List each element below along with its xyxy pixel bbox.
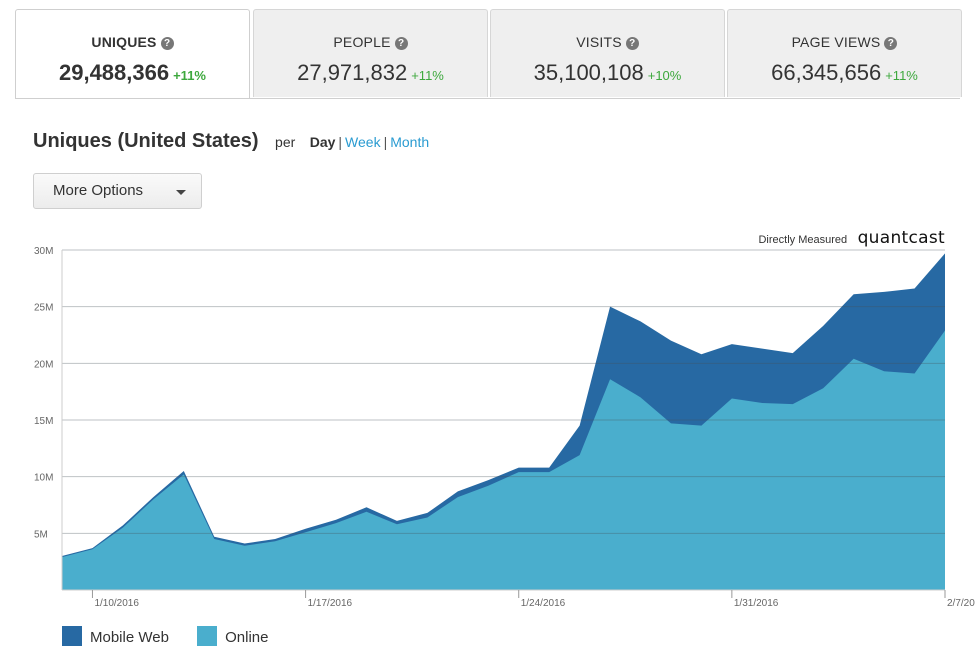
- help-icon[interactable]: ?: [625, 37, 639, 50]
- tab-label: PAGE VIEWS?: [728, 34, 961, 50]
- tab-label: UNIQUES?: [16, 34, 249, 50]
- x-tick-label: 1/31/2016: [734, 598, 779, 609]
- tab-page-views[interactable]: PAGE VIEWS? 66,345,656 +11%: [727, 9, 962, 97]
- tab-value: 29,488,366 +11%: [58, 60, 206, 85]
- tab-value: 27,971,832 +11%: [297, 60, 444, 85]
- period-day[interactable]: Day: [310, 134, 336, 150]
- y-tick-label: 5M: [34, 529, 48, 540]
- legend-item-online[interactable]: Online: [197, 626, 268, 646]
- chart-legend: Mobile Web Online: [62, 626, 292, 646]
- x-tick-label: 1/24/2016: [521, 598, 566, 609]
- legend-swatch-mobile-web: [62, 626, 82, 646]
- period-separator: |: [383, 134, 388, 150]
- tab-people[interactable]: PEOPLE? 27,971,832 +11%: [253, 9, 488, 97]
- chart-title: Uniques (United States): [33, 130, 259, 152]
- help-icon[interactable]: ?: [394, 37, 408, 50]
- y-tick-label: 20M: [34, 359, 53, 370]
- chart-header: Uniques (United States) per Day | Week | Mon…: [33, 130, 429, 153]
- more-options-dropdown[interactable]: More Options: [33, 173, 202, 209]
- y-tick-label: 15M: [34, 416, 53, 427]
- x-tick-label: 1/10/2016: [94, 598, 139, 609]
- y-tick-label: 30M: [34, 246, 53, 257]
- y-tick-label: 25M: [34, 303, 53, 314]
- period-separator: |: [338, 134, 343, 150]
- tab-visits[interactable]: VISITS? 35,100,108 +10%: [490, 9, 725, 97]
- tabs-divider: [15, 98, 960, 99]
- per-label: per: [275, 134, 296, 150]
- more-options-label: More Options: [53, 182, 144, 199]
- legend-label: Online: [225, 629, 269, 646]
- legend-item-mobile-web[interactable]: Mobile Web: [62, 626, 169, 646]
- help-icon[interactable]: ?: [884, 37, 898, 50]
- metric-tabs: UNIQUES? 29,488,366 +11% PEOPLE? 27,971,8…: [15, 9, 962, 99]
- tab-label: PEOPLE?: [254, 34, 487, 50]
- period-week-link[interactable]: Week: [345, 134, 381, 150]
- x-tick-label: 1/17/2016: [308, 598, 353, 609]
- period-selector: Day | Week | Month: [310, 134, 429, 150]
- caret-down-icon: [176, 190, 186, 195]
- change-badge: +11%: [411, 68, 444, 83]
- change-badge: +11%: [173, 68, 206, 83]
- period-month-link[interactable]: Month: [390, 134, 429, 150]
- tab-value: 66,345,656 +11%: [771, 60, 918, 85]
- legend-swatch-online: [197, 626, 218, 646]
- help-icon[interactable]: ?: [160, 37, 174, 50]
- change-badge: +10%: [647, 68, 682, 83]
- legend-label: Mobile Web: [90, 629, 169, 646]
- uniques-area-chart: 5M 10M 15M 20M 25M 30M 1/10/2016 1/17/2016 1/24/…: [34, 246, 975, 609]
- tab-label: VISITS?: [491, 34, 724, 50]
- tab-uniques[interactable]: UNIQUES? 29,488,366 +11%: [15, 9, 250, 99]
- y-tick-label: 10M: [34, 473, 53, 484]
- x-tick-label: 2/7/20: [947, 598, 975, 609]
- tab-value: 35,100,108 +10%: [533, 60, 682, 85]
- change-badge: +11%: [885, 68, 918, 83]
